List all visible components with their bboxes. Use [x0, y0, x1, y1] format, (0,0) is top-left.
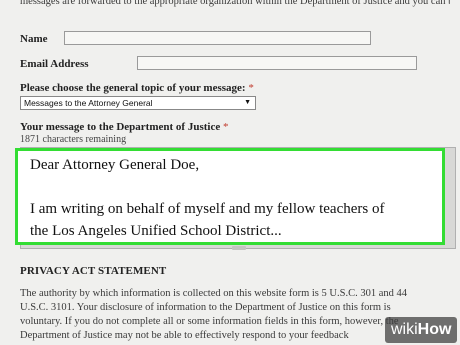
intro-text: messages are forwarded to the appropriat… [20, 0, 450, 7]
textarea-resize-handle[interactable] [232, 246, 246, 250]
message-line: I am writing on behalf of myself and my … [30, 201, 385, 217]
message-line: the Los Angeles Unified School District.… [30, 223, 282, 239]
topic-select-value: Messages to the Attorney General [24, 98, 153, 108]
name-label: Name [20, 33, 48, 45]
message-label: Your message to the Department of Justic… [20, 121, 228, 133]
message-label-text: Your message to the Department of Justic… [20, 121, 221, 133]
topic-select[interactable]: Messages to the Attorney General ▼ [20, 96, 256, 110]
privacy-line: The authority by which information is co… [20, 288, 407, 299]
wikihow-logo-how: How [417, 321, 452, 338]
required-mark: * [222, 121, 229, 133]
privacy-line: U.S.C. 3101. Your disclosure of informat… [20, 302, 391, 313]
contact-form-page: messages are forwarded to the appropriat… [0, 0, 460, 345]
message-line [30, 176, 430, 198]
chevron-down-icon: ▼ [244, 99, 251, 106]
message-textarea[interactable]: Dear Attorney General Doe, I am writing … [15, 148, 445, 245]
email-input[interactable] [137, 56, 417, 70]
message-line: Dear Attorney General Doe, [30, 157, 200, 173]
characters-remaining: 1871 characters remaining [20, 134, 127, 145]
topic-label: Please choose the general topic of your … [20, 82, 254, 94]
required-mark: * [248, 82, 254, 94]
wikihow-logo: wikiHow [385, 317, 458, 343]
privacy-heading: PRIVACY ACT STATEMENT [20, 265, 167, 277]
wikihow-logo-wiki: wiki [391, 321, 418, 338]
topic-label-text: Please choose the general topic of your … [20, 82, 246, 94]
name-input[interactable] [64, 31, 371, 45]
email-label: Email Address [20, 58, 89, 70]
